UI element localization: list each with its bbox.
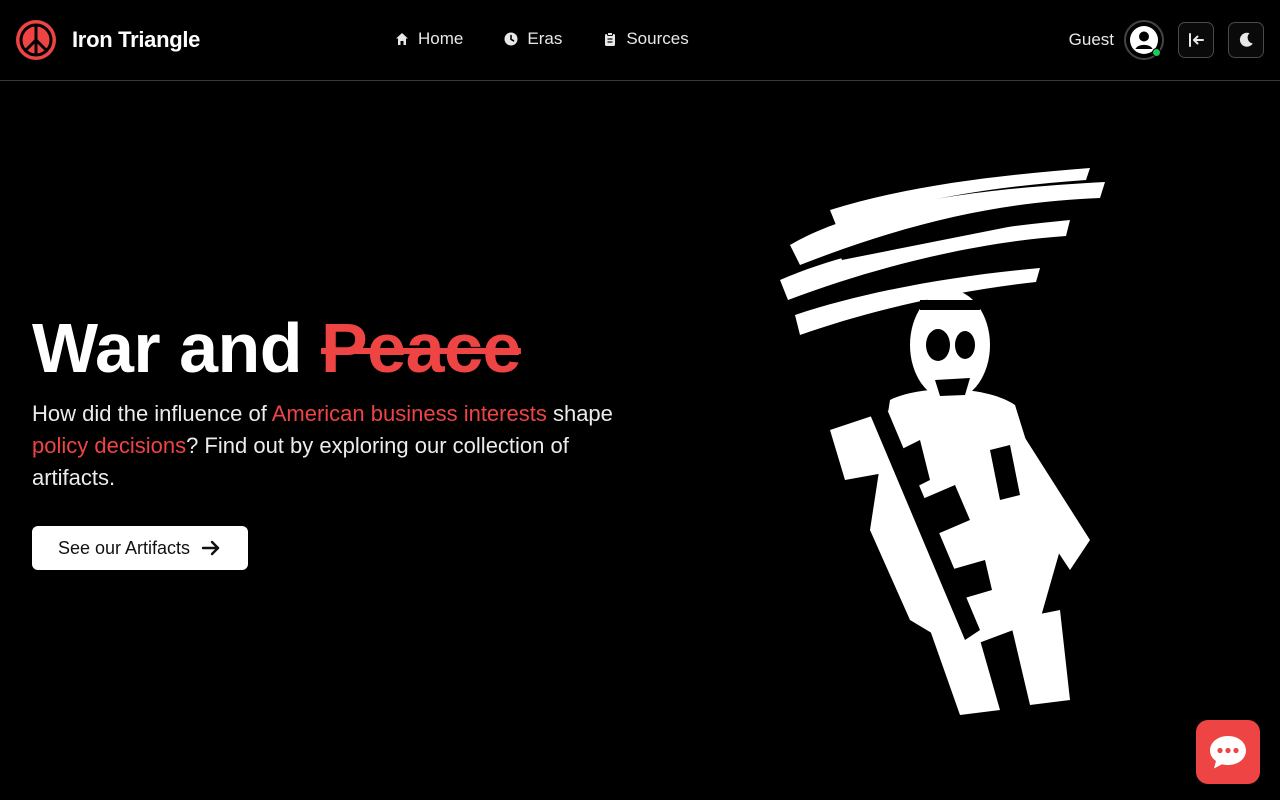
moon-icon [1239,32,1253,47]
hero-title: War and Peace [32,308,521,388]
page: Iron Triangle Home Eras Sources Guest Wa… [0,0,1280,800]
online-status-dot [1152,48,1161,57]
username-label: Guest [1068,30,1114,49]
hero-description: How did the influence of American busine… [32,398,622,494]
hero-title-prefix: War and [32,309,321,387]
chat-bubble-icon [1210,736,1246,769]
hero-highlight-business: American business interests [271,401,547,426]
hero-highlight-policy: policy decisions [32,433,187,458]
nav-item-label: Eras [527,29,563,48]
see-artifacts-label: See our Artifacts [57,537,191,558]
collapse-sidebar-button[interactable] [1178,22,1214,58]
chat-button[interactable] [1196,720,1260,784]
see-artifacts-button[interactable]: See our Artifacts [32,526,248,570]
nav-item-label: Sources [626,29,689,48]
collapse-left-icon [1189,33,1204,47]
user-area: Guest [1069,20,1264,60]
hero-text-part: How did the influence of [32,401,272,426]
brand-name: Iron Triangle [72,27,201,52]
clipboard-icon [605,32,616,46]
peace-sign-icon [16,20,56,60]
home-icon [396,33,408,45]
avatar[interactable] [1124,20,1164,60]
arrow-right-icon [201,540,220,556]
nav-item-sources[interactable]: Sources [602,29,689,49]
top-nav-bar: Iron Triangle Home Eras Sources Guest [0,0,1280,81]
brand[interactable]: Iron Triangle [16,20,200,60]
nav-item-home[interactable]: Home [394,29,463,49]
hero-title-struck-word: Peace [321,309,521,387]
clock-icon [504,32,518,46]
soldier-sketch-illustration [780,168,1105,715]
nav-item-eras[interactable]: Eras [503,29,562,49]
main-nav: Home Eras Sources [394,29,729,49]
theme-toggle-button[interactable] [1228,22,1264,58]
nav-item-label: Home [418,29,464,48]
hero-text-part: shape [546,401,613,426]
